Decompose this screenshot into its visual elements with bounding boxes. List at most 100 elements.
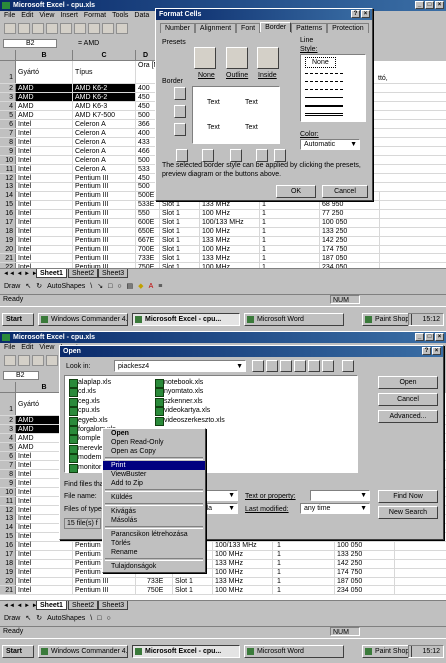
row-number[interactable]: 8: [0, 469, 16, 479]
row-number[interactable]: 10: [0, 487, 16, 496]
select-arrow-icon-2[interactable]: ↖: [25, 612, 31, 626]
cell-c[interactable]: Pentium III: [73, 245, 136, 254]
cell-c[interactable]: Celeron A: [73, 164, 136, 173]
row-number-2[interactable]: 1: [0, 393, 16, 415]
row-number[interactable]: 21: [0, 254, 16, 263]
cell-e[interactable]: Slot 1: [173, 586, 213, 595]
file-item[interactable]: szkenner.xls: [155, 397, 203, 407]
print-icon-2[interactable]: [46, 355, 58, 366]
help-button[interactable]: ?: [351, 10, 360, 18]
file-item[interactable]: cpu.xls: [69, 406, 100, 417]
favorites-icon[interactable]: [266, 360, 278, 372]
row-number[interactable]: 3: [0, 424, 16, 434]
cell-c[interactable]: Celeron A: [73, 146, 136, 156]
commands-icon[interactable]: [342, 360, 354, 372]
cell-d[interactable]: 667E: [136, 236, 160, 245]
cell-h[interactable]: 142 250: [320, 236, 380, 245]
cell-b[interactable]: Intel: [16, 218, 73, 227]
context-menu-item[interactable]: Print: [103, 461, 205, 470]
cell-e[interactable]: Slot 1: [160, 254, 200, 263]
new-icon[interactable]: [4, 23, 16, 34]
row-number[interactable]: 2: [0, 84, 16, 93]
row-number[interactable]: 20: [0, 577, 16, 586]
cell-e[interactable]: Slot 1: [173, 577, 213, 586]
maximize-button[interactable]: □: [425, 1, 434, 9]
cell-b[interactable]: Intel: [16, 227, 73, 236]
textbox-icon[interactable]: ▤: [127, 280, 134, 294]
cell-b[interactable]: Intel: [16, 236, 73, 245]
cell-b[interactable]: Intel: [16, 209, 73, 218]
row-number[interactable]: 5: [0, 442, 16, 452]
cell-h[interactable]: 142 250: [335, 559, 395, 568]
row-number[interactable]: 18: [0, 559, 16, 568]
start-button[interactable]: Start: [2, 313, 34, 326]
context-menu-item[interactable]: Add to Zip: [103, 479, 205, 488]
cell-e[interactable]: Slot 1: [160, 227, 200, 236]
row-number[interactable]: 14: [0, 191, 16, 200]
tab-sheet2[interactable]: Sheet2: [68, 269, 99, 278]
row-number[interactable]: 16: [0, 541, 16, 550]
cell-b[interactable]: Intel: [16, 155, 73, 164]
row-number[interactable]: 19: [0, 236, 16, 245]
cell-b[interactable]: Intel: [16, 119, 73, 129]
cell-h[interactable]: 100 050: [320, 218, 380, 227]
cell-f[interactable]: 100 MHz: [200, 227, 260, 236]
border-preview[interactable]: Text Text Text Text: [192, 86, 280, 144]
row-number[interactable]: 15: [0, 532, 16, 541]
cell-f[interactable]: 133 MHz: [213, 559, 273, 568]
cell-c[interactable]: Pentium III: [73, 191, 136, 200]
header-ora[interactable]: Óra [MHz]: [136, 61, 156, 83]
autoshapes-menu[interactable]: AutoShapes: [47, 280, 85, 294]
cell-h[interactable]: 234 050: [335, 586, 395, 595]
cut-icon[interactable]: [88, 23, 100, 34]
cell-f[interactable]: 133 MHz: [200, 254, 260, 263]
line-style-3[interactable]: [305, 89, 343, 90]
cell-c[interactable]: Pentium III: [73, 586, 136, 595]
cell-b[interactable]: Intel: [16, 245, 73, 254]
details-view-icon[interactable]: [308, 360, 320, 372]
cell-h[interactable]: 174 750: [320, 245, 380, 254]
row-number[interactable]: 9: [0, 146, 16, 156]
row-number[interactable]: 11: [0, 164, 16, 173]
tab-patterns[interactable]: Patterns: [291, 23, 328, 33]
row-number[interactable]: 1: [0, 61, 16, 83]
file-item[interactable]: cd.xls: [69, 387, 96, 398]
cell-g[interactable]: 1: [260, 236, 320, 245]
name-box[interactable]: B2: [3, 39, 57, 48]
cell-h[interactable]: 133 250: [320, 227, 380, 236]
search-web-icon[interactable]: [280, 360, 292, 372]
cell-c[interactable]: AMD K6-2: [73, 84, 136, 93]
copy-icon[interactable]: [102, 23, 114, 34]
row-number[interactable]: 15: [0, 200, 16, 209]
task-excel[interactable]: Microsoft Excel - cpu...: [132, 313, 240, 326]
cell-e[interactable]: Slot 1: [160, 200, 200, 209]
cell-d[interactable]: 600E: [136, 218, 160, 227]
tab-sheet3-2[interactable]: Sheet3: [98, 601, 129, 610]
row-number[interactable]: 10: [0, 155, 16, 164]
line-style-6[interactable]: [305, 113, 343, 116]
preset-outline-icon[interactable]: [226, 47, 248, 69]
close-button-2[interactable]: ×: [435, 333, 444, 341]
row-number[interactable]: 6: [0, 451, 16, 461]
cell-b[interactable]: Intel: [16, 146, 73, 156]
cell-c[interactable]: Pentium III: [73, 577, 136, 586]
cell-f[interactable]: 100 MHz: [213, 568, 273, 577]
cell-c[interactable]: Celeron A: [73, 128, 136, 138]
name-box-2[interactable]: B2: [3, 371, 39, 380]
menu-view[interactable]: View: [39, 11, 54, 21]
list-view-icon[interactable]: [294, 360, 306, 372]
row-number[interactable]: 7: [0, 460, 16, 470]
cell-b[interactable]: Intel: [16, 173, 73, 182]
cancel-button[interactable]: Cancel: [322, 185, 368, 198]
context-menu-item[interactable]: ViewBuster: [103, 470, 205, 479]
save-icon-2[interactable]: [32, 355, 44, 366]
cell-g[interactable]: 1: [260, 254, 320, 263]
row-number[interactable]: 8: [0, 137, 16, 147]
cell-f[interactable]: 100 MHz: [200, 245, 260, 254]
border-middle-button[interactable]: [174, 105, 186, 118]
cell-d[interactable]: 750E: [145, 586, 173, 595]
last-modified-select[interactable]: any time ▼: [300, 503, 370, 514]
row-number[interactable]: 4: [0, 433, 16, 443]
row-number[interactable]: 12: [0, 505, 16, 514]
cell-c[interactable]: Pentium III: [73, 182, 136, 191]
